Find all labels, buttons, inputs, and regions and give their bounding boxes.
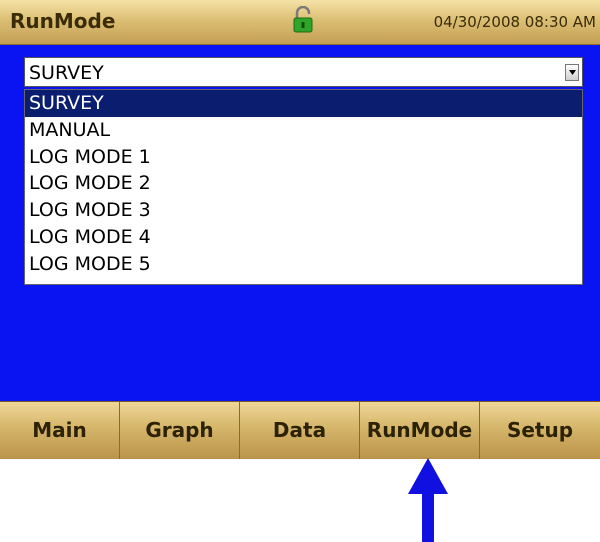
tab-bar: Main Graph Data RunMode Setup xyxy=(0,401,600,459)
list-item-log-mode-2[interactable]: LOG MODE 2 xyxy=(25,170,582,197)
list-item-log-mode-5[interactable]: LOG MODE 5 xyxy=(25,251,582,278)
unlocked-padlock-icon[interactable] xyxy=(291,5,315,34)
tab-main[interactable]: Main xyxy=(0,402,120,459)
chevron-down-icon[interactable] xyxy=(565,64,579,81)
list-item-log-mode-4[interactable]: LOG MODE 4 xyxy=(25,224,582,251)
list-item-log-mode-3[interactable]: LOG MODE 3 xyxy=(25,197,582,224)
runmode-select[interactable]: SURVEY xyxy=(24,57,583,87)
tab-data[interactable]: Data xyxy=(240,402,360,459)
runmode-options-list: SURVEY MANUAL LOG MODE 1 LOG MODE 2 LOG … xyxy=(24,89,583,285)
screen-title: RunMode xyxy=(10,9,116,33)
date-time-display: 04/30/2008 08:30 AM xyxy=(433,13,596,31)
tab-runmode[interactable]: RunMode xyxy=(360,402,480,459)
runmode-select-value: SURVEY xyxy=(29,62,104,84)
list-item-manual[interactable]: MANUAL xyxy=(25,117,582,144)
device-screen: RunMode 04/30/2008 08:30 AM SURVEY SURVE… xyxy=(0,0,600,459)
title-bar: RunMode 04/30/2008 08:30 AM xyxy=(0,0,600,45)
up-arrow-icon xyxy=(408,458,448,542)
list-item-survey[interactable]: SURVEY xyxy=(25,90,582,117)
tab-setup[interactable]: Setup xyxy=(480,402,600,459)
list-item-log-mode-1[interactable]: LOG MODE 1 xyxy=(25,144,582,171)
tab-graph[interactable]: Graph xyxy=(120,402,240,459)
